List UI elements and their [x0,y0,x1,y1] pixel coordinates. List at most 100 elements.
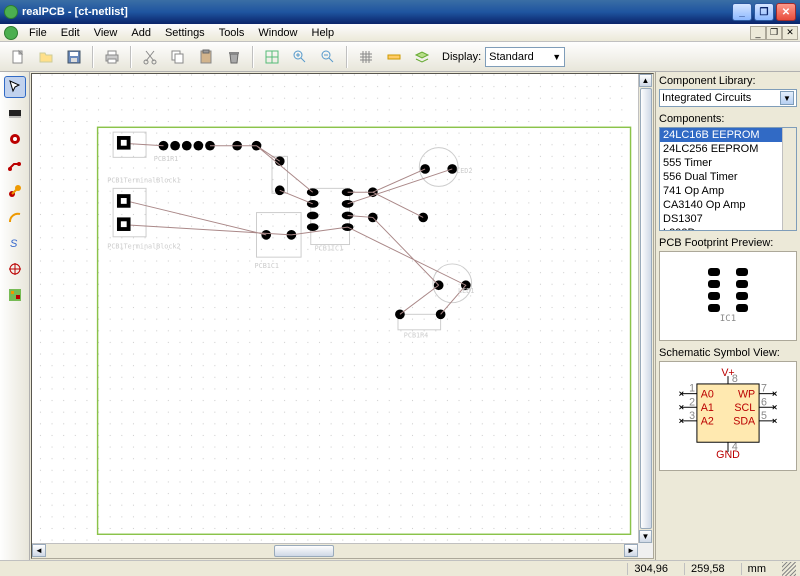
library-label: Component Library: [659,75,797,87]
svg-text:3: 3 [689,410,695,422]
delete-button[interactable] [222,45,246,69]
svg-text:7: 7 [761,383,767,395]
new-button[interactable] [6,45,30,69]
svg-text:PCB1R1: PCB1R1 [154,155,178,163]
preview-label: PCB Footprint Preview: [659,237,797,249]
component-item[interactable]: 556 Dual Timer [660,170,796,184]
via-tool[interactable] [4,180,26,202]
menu-edit[interactable]: Edit [54,25,87,41]
pcb-canvas[interactable]: PCB1R1 PCB1TerminalBlock1 PCB1TerminalBl… [32,74,638,543]
component-item[interactable]: 741 Op Amp [660,184,796,198]
origin-tool[interactable] [4,258,26,280]
status-x: 304,96 [627,563,674,575]
svg-text:SCL: SCL [734,402,755,414]
save-button[interactable] [62,45,86,69]
svg-text:8: 8 [732,373,738,385]
maximize-button[interactable]: ❐ [754,3,774,21]
right-panel: Component Library: Integrated Circuits▼ … [655,72,800,560]
cut-button[interactable] [138,45,162,69]
menu-help[interactable]: Help [305,25,342,41]
display-label: Display: [442,51,481,63]
vscroll-thumb[interactable] [640,88,652,529]
svg-text:A0: A0 [701,389,714,401]
doc-icon [4,26,18,40]
minimize-button[interactable]: _ [732,3,752,21]
select-tool[interactable] [4,76,26,98]
display-value: Standard [489,51,534,63]
svg-text:S: S [10,238,18,250]
scroll-up-button[interactable]: ▲ [639,74,652,87]
hscroll-thumb[interactable] [274,545,334,557]
library-combo[interactable]: Integrated Circuits▼ [659,89,797,107]
board-tool[interactable] [4,284,26,306]
fit-button[interactable] [260,45,284,69]
zoom-in-button[interactable] [288,45,312,69]
svg-text:4: 4 [732,441,738,453]
app-icon [4,5,18,19]
menu-settings[interactable]: Settings [158,25,212,41]
menu-view[interactable]: View [87,25,125,41]
resize-grip[interactable] [782,562,796,576]
status-bar: 304,96 259,58 mm [0,560,800,576]
status-unit: mm [741,563,772,575]
listbox-scrollbar[interactable] [782,128,796,230]
mdi-minimize-button[interactable]: _ [750,26,766,40]
snap-button[interactable] [382,45,406,69]
svg-text:PCB1R4: PCB1R4 [404,332,428,340]
component-tool[interactable] [4,102,26,124]
component-item[interactable]: 555 Timer [660,156,796,170]
svg-text:A1: A1 [701,402,714,414]
close-button[interactable]: ✕ [776,3,796,21]
svg-text:WP: WP [738,389,755,401]
text-tool[interactable]: S [4,232,26,254]
trace-tool[interactable] [4,154,26,176]
copy-button[interactable] [166,45,190,69]
grid-button[interactable] [354,45,378,69]
zoom-out-button[interactable] [316,45,340,69]
chevron-down-icon: ▼ [552,52,561,62]
library-value: Integrated Circuits [662,92,751,104]
svg-text:A2: A2 [701,416,714,428]
scroll-left-button[interactable]: ◄ [32,544,46,557]
svg-text:5: 5 [761,410,767,422]
menu-file[interactable]: File [22,25,54,41]
canvas-area: PCB1R1 PCB1TerminalBlock1 PCB1TerminalBl… [31,73,654,559]
vertical-scrollbar[interactable]: ▲ ▼ [638,74,653,543]
scroll-down-button[interactable]: ▼ [639,530,652,543]
component-item[interactable]: 24LC16B EEPROM [660,128,796,142]
tool-palette: S [0,72,30,560]
menu-window[interactable]: Window [251,25,304,41]
svg-text:SDA: SDA [733,416,756,428]
scroll-right-button[interactable]: ► [624,544,638,557]
layers-button[interactable] [410,45,434,69]
paste-button[interactable] [194,45,218,69]
arc-tool[interactable] [4,206,26,228]
preview-ref: IC1 [720,314,736,324]
svg-text:PCB1C1: PCB1C1 [255,262,279,270]
svg-text:PCB1IC1: PCB1IC1 [315,244,344,252]
footprint-preview: IC1 [659,251,797,341]
print-button[interactable] [100,45,124,69]
component-item[interactable]: CA3140 Op Amp [660,198,796,212]
component-item[interactable]: DS1307 [660,212,796,226]
svg-text:2: 2 [689,396,695,408]
schematic-view: V+ 8 GND 4 A0A1A2 123 WPSCLSDA 765 [659,361,797,471]
menu-tools[interactable]: Tools [212,25,252,41]
horizontal-scrollbar[interactable]: ◄ ► [32,543,638,558]
svg-text:6: 6 [761,396,767,408]
mdi-restore-button[interactable]: ❐ [766,26,782,40]
svg-text:PCB1TerminalBlock2: PCB1TerminalBlock2 [107,242,180,250]
menu-add[interactable]: Add [124,25,158,41]
pad-tool[interactable] [4,128,26,150]
mdi-close-button[interactable]: ✕ [782,26,798,40]
window-titlebar: realPCB - [ct-netlist] _ ❐ ✕ [0,0,800,24]
open-button[interactable] [34,45,58,69]
svg-text:LED1: LED1 [458,287,474,295]
status-y: 259,58 [684,563,731,575]
display-combo[interactable]: Standard ▼ [485,47,565,67]
components-listbox[interactable]: 24LC16B EEPROM24LC256 EEPROM555 Timer556… [659,127,797,231]
component-item[interactable]: 24LC256 EEPROM [660,142,796,156]
menu-bar: File Edit View Add Settings Tools Window… [0,24,800,42]
component-item[interactable]: L293D [660,226,796,231]
schematic-label: Schematic Symbol View: [659,347,797,359]
